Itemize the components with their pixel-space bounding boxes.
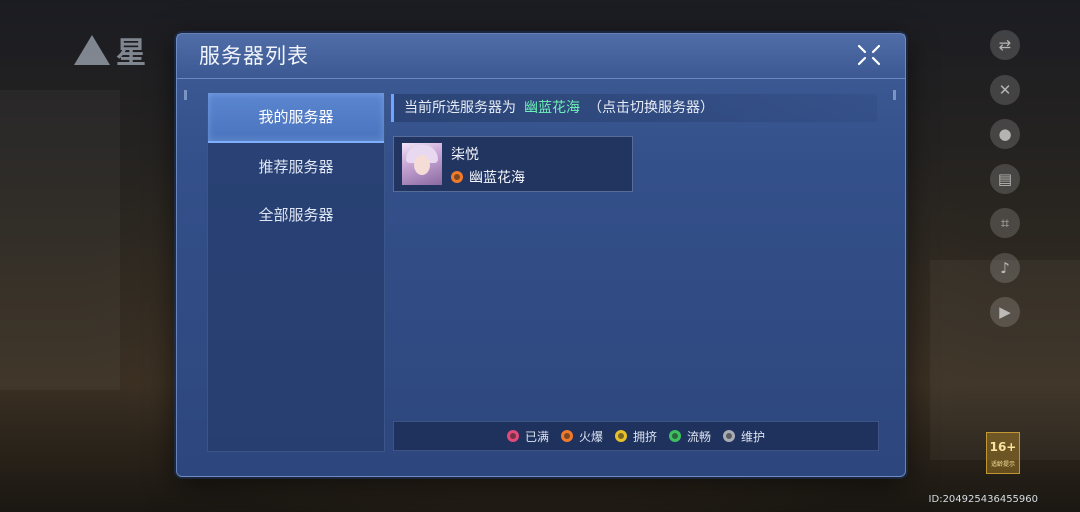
frame-marker	[893, 90, 896, 100]
status-maintenance-icon	[723, 430, 736, 442]
current-server-name: 幽蓝花海	[524, 100, 580, 116]
side-icon-column: ⇄ ✕ ● ▤ ⌗ ♪ ▶	[990, 30, 1022, 342]
legend-item-full: 已满	[506, 428, 549, 445]
age-caption: 适龄提示	[990, 461, 1015, 468]
legend-label: 流畅	[687, 429, 712, 444]
legend-label: 维护	[741, 429, 766, 444]
status-hot-icon	[451, 171, 463, 183]
dialog-title: 服务器列表	[199, 44, 309, 68]
video-icon[interactable]: ▶	[990, 297, 1020, 327]
close-button[interactable]	[851, 40, 887, 70]
status-full-icon	[506, 430, 519, 442]
card-server-name: 幽蓝花海	[469, 170, 525, 186]
mic-icon[interactable]: ♪	[990, 252, 1020, 283]
server-category-sidebar: 我的服务器 推荐服务器 全部服务器	[207, 92, 385, 452]
current-server-prefix: 当前所选服务器为	[404, 100, 516, 116]
legend-item-maintenance: 维护	[723, 428, 765, 445]
tools-icon[interactable]: ✕	[990, 74, 1020, 105]
card-server-row: 幽蓝花海	[451, 167, 525, 187]
avatar-face	[414, 155, 430, 175]
status-crowded-icon	[614, 430, 627, 442]
user-icon[interactable]: ●	[990, 119, 1020, 149]
tab-recommended-servers[interactable]: 推荐服务器	[208, 143, 384, 191]
tab-my-servers[interactable]: 我的服务器	[208, 93, 384, 143]
logo-text: 星	[116, 36, 148, 71]
player-id: ID:204925436455960	[928, 494, 1038, 505]
age-rating-badge: 16+ 适龄提示	[986, 432, 1020, 474]
character-avatar	[402, 143, 442, 185]
status-legend: 已满 火爆 拥挤 流畅 维护	[393, 421, 879, 451]
calendar-icon[interactable]: ▤	[990, 163, 1020, 194]
logo-mark-icon	[74, 35, 110, 65]
background-structure	[0, 90, 120, 390]
legend-label: 火爆	[578, 429, 603, 444]
legend-item-smooth: 流畅	[669, 428, 711, 445]
legend-label: 已满	[524, 429, 549, 444]
server-list-dialog: 服务器列表 我的服务器 推荐服务器 全部服务器 当前所选服务器为 幽蓝花海 （点击切…	[176, 33, 906, 477]
close-icon	[857, 44, 881, 66]
frame-marker	[184, 90, 187, 100]
legend-item-crowded: 拥挤	[614, 428, 657, 445]
legend-item-hot: 火爆	[560, 428, 603, 445]
status-smooth-icon	[669, 430, 681, 442]
translate-icon[interactable]: ⇄	[990, 30, 1020, 60]
game-logo: 星	[74, 28, 148, 72]
current-server-bar[interactable]: 当前所选服务器为 幽蓝花海 （点击切换服务器）	[391, 94, 877, 122]
current-server-hint: （点击切换服务器）	[588, 100, 714, 116]
age-rating: 16+	[989, 440, 1017, 454]
tab-all-servers[interactable]: 全部服务器	[208, 191, 384, 239]
status-hot-icon	[560, 430, 573, 442]
character-name: 柒悦	[451, 147, 479, 163]
scan-icon[interactable]: ⌗	[990, 208, 1020, 238]
legend-label: 拥挤	[632, 429, 657, 444]
server-card[interactable]: 柒悦 幽蓝花海	[393, 136, 633, 192]
